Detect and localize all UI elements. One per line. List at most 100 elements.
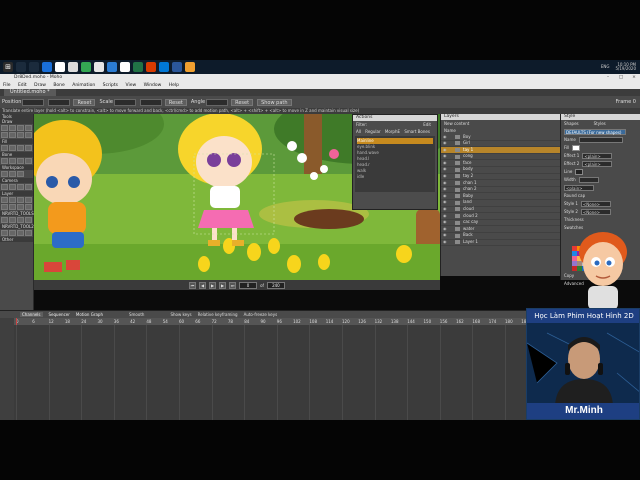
visibility-eye-icon[interactable]: ◉	[441, 186, 455, 193]
app-icon[interactable]	[159, 62, 169, 72]
app-icon[interactable]	[94, 62, 104, 72]
auto-freeze-checkbox[interactable]: Auto-freeze keys	[244, 312, 278, 317]
tool-button[interactable]	[1, 171, 8, 177]
fill-swatch[interactable]	[572, 145, 581, 151]
visibility-eye-icon[interactable]: ◉	[441, 232, 455, 239]
visibility-eye-icon[interactable]: ◉	[441, 166, 455, 173]
layer-row[interactable]: ◉ Layer 1	[441, 239, 560, 247]
tool-button[interactable]	[25, 158, 32, 164]
layer-row[interactable]: ◉ tay 2	[441, 173, 560, 181]
tool-button[interactable]	[9, 125, 16, 131]
visibility-eye-icon[interactable]: ◉	[441, 140, 455, 147]
tools-section-header[interactable]: NRVRTD_TOOL2	[0, 224, 34, 229]
tool-button[interactable]	[9, 132, 16, 138]
app-icon[interactable]	[172, 62, 182, 72]
app-icon[interactable]	[185, 62, 195, 72]
layer-row[interactable]: ◉ Back	[441, 232, 560, 240]
end-frame-field[interactable]: 240	[266, 281, 285, 289]
style1-dropdown[interactable]: <None>	[580, 201, 611, 207]
tool-button[interactable]	[1, 125, 8, 131]
tab-motion-graph[interactable]: Motion Graph	[76, 312, 103, 317]
tool-button[interactable]	[17, 184, 24, 190]
angle-field[interactable]	[206, 98, 229, 106]
tool-button[interactable]	[17, 158, 24, 164]
tool-button[interactable]	[17, 145, 24, 151]
tool-button[interactable]	[17, 197, 24, 203]
tool-button[interactable]	[25, 217, 32, 223]
tool-button[interactable]	[25, 230, 32, 236]
maximize-icon[interactable]: □	[615, 74, 627, 82]
actions-edit-button[interactable]: Edit	[423, 121, 431, 128]
tab-all[interactable]: All	[356, 128, 361, 135]
tool-button[interactable]	[9, 171, 16, 177]
name-field[interactable]	[578, 137, 623, 143]
visibility-eye-icon[interactable]: ◉	[441, 219, 455, 226]
layer-row[interactable]: ◉ face	[441, 160, 560, 167]
defaults-dropdown[interactable]: DEFAULTS (For new shapes)	[561, 128, 640, 136]
tool-button[interactable]	[9, 158, 16, 164]
tab-morph[interactable]: MorphE	[385, 128, 400, 135]
layer-row[interactable]: ◉ cong	[441, 153, 560, 161]
layer-row[interactable]: ◉ Baby	[441, 193, 560, 200]
layer-row[interactable]: ◉ Boy	[441, 134, 560, 141]
menu-help[interactable]: Help	[169, 83, 179, 88]
menu-window[interactable]: Window	[144, 83, 162, 88]
layer-row[interactable]: ◉ cloud 2	[441, 213, 560, 220]
relative-keyframing-checkbox[interactable]: Relative keyframing	[198, 312, 238, 317]
tool-button[interactable]	[9, 217, 16, 223]
menu-bone[interactable]: Bone	[53, 83, 64, 88]
line-swatch[interactable]	[575, 169, 584, 175]
start-icon[interactable]: ⊞	[3, 62, 13, 72]
layer-row[interactable]: ◉ chan 2	[441, 186, 560, 194]
tool-button[interactable]	[17, 230, 24, 236]
menu-draw[interactable]: Draw	[34, 83, 46, 88]
tool-button[interactable]	[1, 132, 8, 138]
tools-section-header[interactable]: NRVRTD_TOOLS	[0, 211, 34, 216]
scale-y-field[interactable]	[139, 98, 162, 106]
layer-row[interactable]: ◉ cac cay	[441, 219, 560, 227]
tab-regular[interactable]: Regular	[365, 128, 380, 135]
search-icon[interactable]	[16, 62, 26, 72]
rewind-button[interactable]: ⏮	[189, 281, 197, 289]
tool-button[interactable]	[1, 204, 8, 210]
visibility-eye-icon[interactable]: ◉	[441, 199, 455, 206]
layer-row[interactable]: ◉ water	[441, 226, 560, 233]
current-frame-field[interactable]: 0	[239, 281, 258, 289]
tool-button[interactable]	[25, 125, 32, 131]
smooth-dropdown[interactable]: Smooth	[129, 312, 144, 317]
position-y-field[interactable]	[48, 98, 71, 106]
task-view-icon[interactable]	[29, 62, 39, 72]
visibility-eye-icon[interactable]: ◉	[441, 180, 455, 187]
tools-section-header[interactable]: Other	[0, 237, 33, 242]
step-back-button[interactable]: ◀	[199, 281, 207, 289]
layer-row[interactable]: ◉ chan 1	[441, 180, 560, 187]
tab-document[interactable]: Untitled.moho *	[4, 89, 56, 96]
tool-button[interactable]	[17, 171, 24, 177]
app-icon[interactable]	[68, 62, 78, 72]
new-content-dropdown[interactable]: New content	[441, 120, 560, 127]
tab-styles[interactable]: Styles	[594, 120, 606, 128]
tab-sequencer[interactable]: Sequencer	[49, 312, 70, 317]
tool-button[interactable]	[25, 184, 32, 190]
visibility-eye-icon[interactable]: ◉	[441, 226, 455, 233]
reset-position-button[interactable]: Reset	[73, 98, 96, 106]
tool-button[interactable]	[9, 230, 16, 236]
language-indicator[interactable]: ENG	[601, 65, 610, 69]
style2-dropdown[interactable]: <None>	[580, 209, 611, 215]
menu-scripts[interactable]: Scripts	[103, 83, 118, 88]
app-icon[interactable]	[146, 62, 156, 72]
round-cap-checkbox[interactable]: Round cap	[561, 192, 640, 200]
app-icon[interactable]	[133, 62, 143, 72]
effect2-dropdown[interactable]: <plain>	[582, 161, 613, 167]
tool-button[interactable]	[1, 145, 8, 151]
visibility-eye-icon[interactable]: ◉	[441, 153, 455, 160]
step-forward-button[interactable]: ▶	[219, 281, 227, 289]
menu-animation[interactable]: Animation	[72, 83, 95, 88]
tool-button[interactable]	[17, 204, 24, 210]
scale-x-field[interactable]	[113, 98, 136, 106]
tab-shapes[interactable]: Shapes	[564, 120, 579, 128]
tool-button[interactable]	[1, 230, 8, 236]
tool-button[interactable]	[9, 204, 16, 210]
app-icon[interactable]	[42, 62, 52, 72]
app-icon[interactable]	[81, 62, 91, 72]
